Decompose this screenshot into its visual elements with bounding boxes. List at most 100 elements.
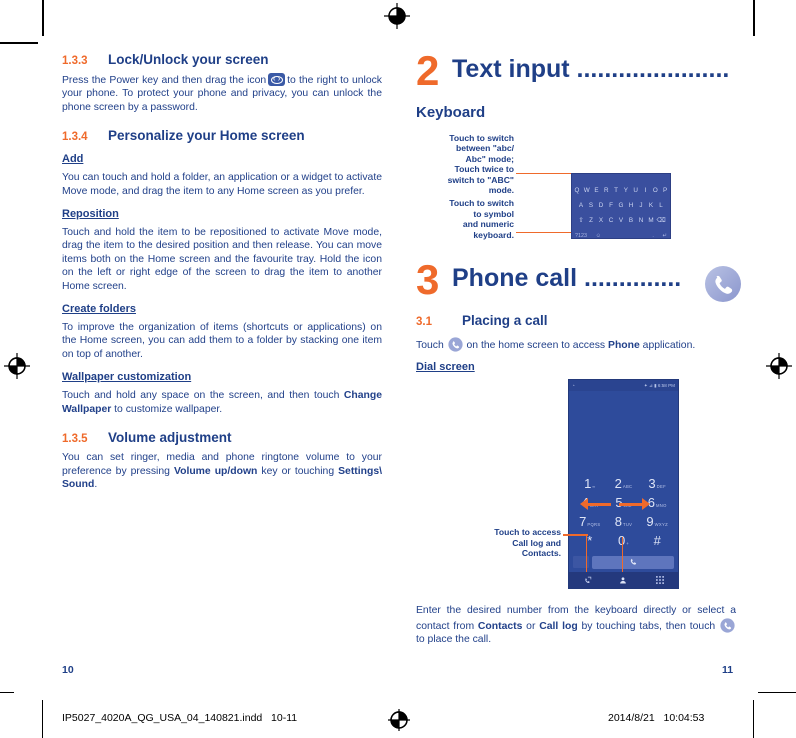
keyboard-callouts: Touch to switch between "abc/ Abc" mode;…	[416, 133, 514, 240]
key-Z[interactable]: Z	[586, 217, 596, 224]
paragraph-reposition: Touch and hold the item to be reposition…	[62, 227, 382, 292]
key-J[interactable]: J	[636, 202, 646, 209]
crop-mark-tr-v	[753, 0, 755, 36]
dialpad-key-2-digit: 2	[614, 476, 622, 492]
printed-page: 1.3.3 Lock/Unlock your screen Press the …	[0, 0, 796, 738]
dialpad-arrow-left-shaft	[586, 503, 611, 507]
call-button[interactable]	[592, 555, 674, 569]
key-L[interactable]: L	[656, 202, 666, 209]
key-K[interactable]: K	[646, 202, 656, 209]
volume-text-3: .	[94, 478, 98, 490]
dialpad-key-hash[interactable]: #	[640, 534, 674, 553]
paragraph-create-folders: To improve the organization of items (sh…	[62, 322, 382, 360]
heading-1-3-3-title: Lock/Unlock your screen	[108, 52, 269, 67]
key-U[interactable]: U	[631, 187, 641, 194]
heading-1-3-4-number: 1.3.4	[62, 131, 88, 144]
keyboard-callout-2-line-4: keyboard.	[473, 229, 514, 240]
dialpad-key-0[interactable]: 0+	[607, 534, 641, 553]
dialpad-key-7[interactable]: 7 PQRS	[573, 515, 607, 534]
dial-leader-to-contacts	[622, 537, 624, 573]
call-button-handset-icon	[630, 558, 636, 565]
volume-text-2: key or touching	[257, 465, 339, 477]
key-N[interactable]: N	[636, 217, 646, 224]
closing-bold-2: Call log	[539, 620, 578, 632]
key-M[interactable]: M	[646, 217, 656, 224]
heading-1-3-3: 1.3.3 Lock/Unlock your screen	[62, 52, 382, 67]
subheading-add: Add	[62, 153, 84, 166]
dialpad-key-2[interactable]: 2 ABC	[607, 477, 641, 496]
dialpad-key-1-digit: 1	[584, 476, 592, 492]
keyboard-screenshot: Q W E R T Y U I O P A S D F G H J K L ⇧ …	[571, 173, 671, 239]
phone-handset-icon-inline-1	[448, 337, 463, 352]
call-log-tab[interactable]	[569, 576, 605, 585]
dialpad-key-9[interactable]: 9 WXYZ	[640, 515, 674, 534]
key-D[interactable]: D	[596, 202, 606, 209]
chapter-2-dots: ......................	[576, 55, 730, 83]
paragraph-closing: Enter the desired number from the keyboa…	[416, 604, 736, 646]
key-G[interactable]: G	[616, 202, 626, 209]
key-F[interactable]: F	[606, 202, 616, 209]
page-number-right: 11	[722, 664, 734, 676]
contacts-tab[interactable]	[605, 576, 641, 585]
dialpad-key-7-digit: 7	[579, 514, 587, 530]
heading-1-3-5: 1.3.5 Volume adjustment	[62, 430, 382, 445]
dialpad-key-hash-digit: #	[653, 533, 661, 549]
emoji-key-icon[interactable]: ☺	[596, 233, 602, 239]
dialpad-key-star[interactable]: *	[573, 534, 607, 553]
period-key[interactable]: .	[652, 233, 654, 239]
closing-bold-1: Contacts	[477, 620, 523, 632]
registration-mark-left	[4, 353, 30, 379]
key-I[interactable]: I	[641, 187, 651, 194]
key-X[interactable]: X	[596, 217, 606, 224]
key-Y[interactable]: Y	[621, 187, 631, 194]
key-T[interactable]: T	[611, 187, 621, 194]
closing-text-3: by touching tabs, then touch	[577, 620, 719, 632]
footer-rule-right	[758, 692, 796, 694]
key-A[interactable]: A	[576, 202, 586, 209]
call-log-icon	[584, 576, 591, 583]
heading-1-3-5-title: Volume adjustment	[108, 430, 232, 446]
key-C[interactable]: C	[606, 217, 616, 224]
key-H[interactable]: H	[626, 202, 636, 209]
paragraph-placing-a-call: Touch on the home screen to access Phone…	[416, 337, 736, 352]
chapter-3-number: 3	[416, 256, 440, 303]
chapter-3-heading: 3 Phone call ..............	[416, 256, 741, 303]
dialpad-key-1[interactable]: 1 ∞	[573, 477, 607, 496]
backspace-key-icon[interactable]: ⌫	[656, 217, 666, 224]
symbols-key[interactable]: ?123	[575, 233, 587, 239]
heading-1-3-5-number: 1.3.5	[62, 433, 88, 446]
key-Q[interactable]: Q	[572, 187, 582, 194]
placing-bold-1: Phone	[608, 340, 640, 351]
left-page-column: 1.3.3 Lock/Unlock your screen Press the …	[62, 52, 382, 500]
dialpad-key-8[interactable]: 8 TUV	[607, 515, 641, 534]
key-R[interactable]: R	[601, 187, 611, 194]
dialpad-tab[interactable]	[642, 576, 678, 585]
dialpad-key-2-sub: ABC	[622, 484, 633, 490]
crop-mark-tl-v	[42, 0, 44, 36]
dialpad-row-3: 7 PQRS 8 TUV 9 WXYZ	[573, 515, 674, 534]
phone-screenshot: ◔ ✦ ⊿ ▮ 6:58 PM 1∞ 2ABC 3DEF 4GHI 5JKL 6…	[568, 379, 679, 590]
key-W[interactable]: W	[582, 187, 592, 194]
chapter-2-title-text: Text input	[452, 55, 570, 83]
dialpad-key-3[interactable]: 3 DEF	[640, 477, 674, 496]
keyboard-callout-2-line-1: Touch to switch	[449, 198, 514, 209]
key-S[interactable]: S	[586, 202, 596, 209]
key-E[interactable]: E	[592, 187, 602, 194]
call-action-bar	[573, 555, 674, 569]
placing-text-3: application.	[639, 340, 696, 351]
number-entry-area[interactable]	[569, 391, 678, 477]
heading-1-3-3-number: 1.3.3	[62, 55, 88, 67]
key-P[interactable]: P	[660, 187, 670, 194]
shift-key-icon[interactable]: ⇧	[576, 217, 586, 224]
key-V[interactable]: V	[616, 217, 626, 224]
status-right-icons: ✦ ⊿ ▮ 6:58 PM	[643, 382, 675, 388]
keyboard-callout-1-line-2: between "abc/	[455, 143, 514, 154]
keyboard-row-1: Q W E R T Y U I O P	[572, 183, 670, 198]
key-B[interactable]: B	[626, 217, 636, 224]
chapter-2-title: Text input ......................	[452, 52, 729, 86]
key-O[interactable]: O	[650, 187, 660, 194]
keyboard-callout-1-line-4: Touch twice to	[454, 164, 514, 175]
phone-handset-icon-inline-2	[720, 618, 735, 633]
enter-key-icon[interactable]: ↵	[662, 233, 667, 239]
dial-screen-callout: Touch to access Call log and Contacts.	[416, 527, 561, 558]
